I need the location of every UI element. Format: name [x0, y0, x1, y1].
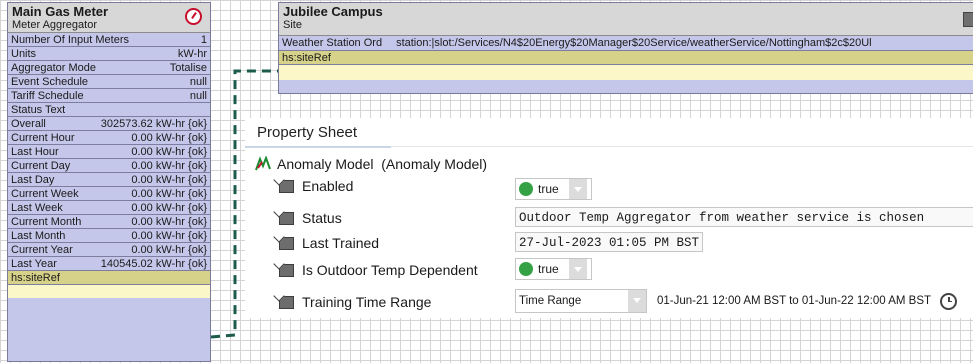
- prop-label-last-trained: Last Trained: [302, 235, 380, 251]
- training-range-editor[interactable]: Time Range 01-Jun-21 12:00 AM BST to 01-…: [515, 289, 958, 313]
- slot-icon: [279, 295, 294, 309]
- tab-divider: [391, 146, 973, 147]
- outdoor-temp-editor[interactable]: true: [515, 258, 592, 280]
- prop-training-range: Training Time Range: [279, 294, 431, 310]
- anomaly-model-label: Anomaly Model (Anomaly Model): [277, 156, 488, 172]
- last-trained-editor[interactable]: 27-Jul-2023 01:05 PM BST: [515, 232, 704, 252]
- property-sheet-panel: Property Sheet Anomaly Model (Anomaly Mo…: [245, 118, 973, 318]
- enabled-editor[interactable]: true: [515, 178, 592, 200]
- chevron-down-icon[interactable]: [628, 290, 646, 312]
- prop-label-status: Status: [302, 210, 342, 226]
- last-trained-field[interactable]: 27-Jul-2023 01:05 PM BST: [515, 232, 704, 252]
- prop-status: Status: [279, 210, 342, 226]
- slot-icon: [279, 236, 294, 250]
- slot-icon: [279, 179, 294, 193]
- prop-last-trained: Last Trained: [279, 235, 379, 251]
- chevron-down-icon[interactable]: [568, 179, 587, 199]
- slot-icon: [279, 211, 294, 225]
- prop-outdoor-temp: Is Outdoor Temp Dependent: [279, 262, 478, 278]
- prop-label-outdoor-temp: Is Outdoor Temp Dependent: [302, 262, 478, 278]
- outdoor-temp-toggle[interactable]: true: [515, 258, 592, 280]
- prop-label-training-range: Training Time Range: [302, 294, 432, 310]
- clock-icon[interactable]: [940, 292, 958, 310]
- anomaly-model-node[interactable]: Anomaly Model (Anomaly Model): [255, 156, 487, 172]
- outdoor-temp-value: true: [538, 262, 559, 276]
- true-status-icon: [519, 182, 533, 196]
- prop-label-enabled: Enabled: [302, 178, 354, 194]
- training-range-text: 01-Jun-21 12:00 AM BST to 01-Jun-22 12:0…: [657, 295, 932, 307]
- status-field[interactable]: Outdoor Temp Aggregator from weather ser…: [515, 207, 973, 227]
- tab-property-sheet[interactable]: Property Sheet: [245, 118, 391, 148]
- prop-enabled: Enabled: [279, 178, 353, 194]
- enabled-toggle[interactable]: true: [515, 178, 592, 200]
- enabled-value: true: [538, 182, 559, 196]
- anomaly-model-icon: [255, 156, 271, 171]
- time-range-select-value: Time Range: [519, 295, 582, 307]
- status-editor[interactable]: Outdoor Temp Aggregator from weather ser…: [515, 207, 973, 227]
- chevron-down-icon[interactable]: [568, 259, 587, 279]
- time-range-select[interactable]: Time Range: [515, 289, 647, 313]
- true-status-icon: [519, 262, 533, 276]
- slot-icon: [279, 263, 294, 277]
